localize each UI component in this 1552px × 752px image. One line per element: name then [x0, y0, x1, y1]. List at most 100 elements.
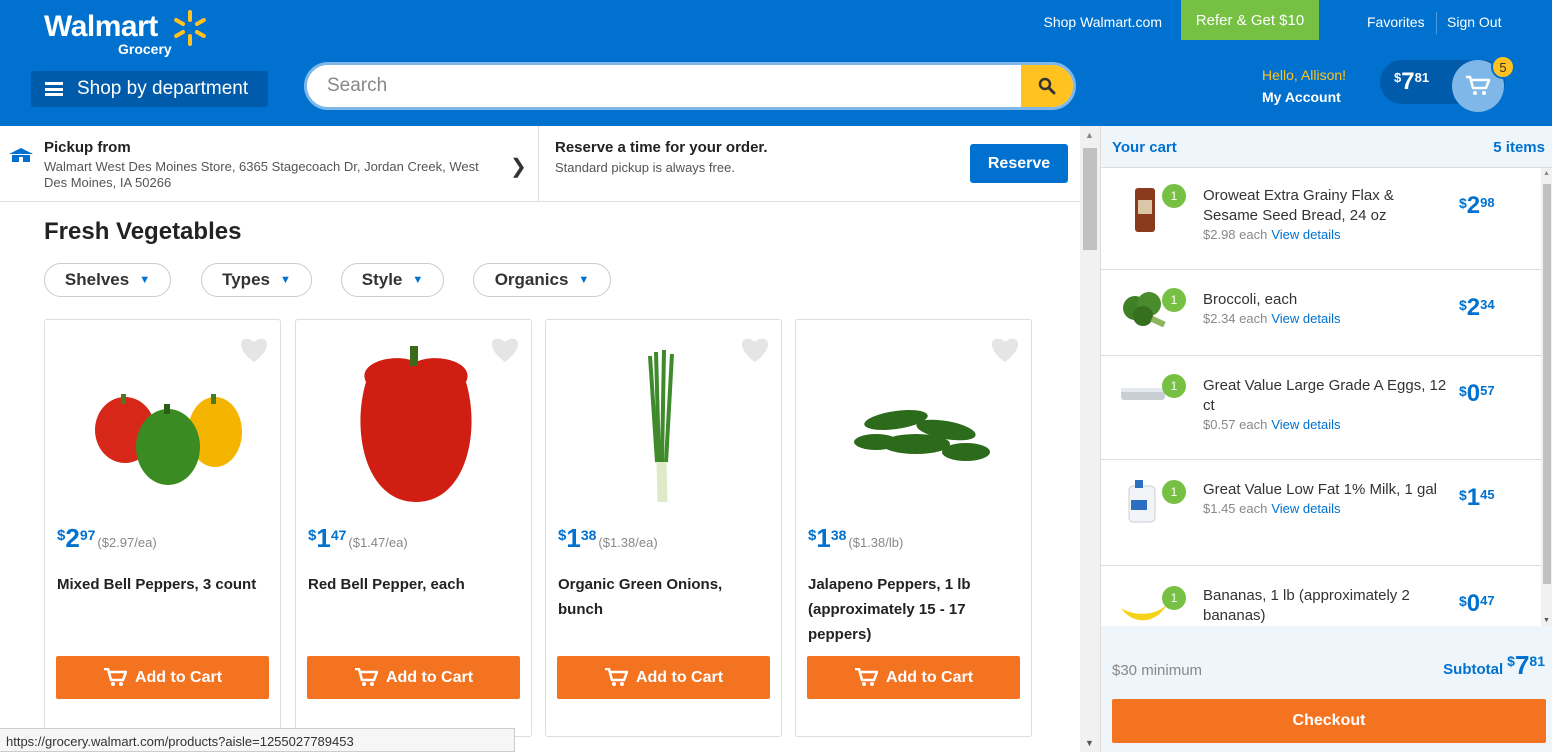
product-price: $297 ($2.97/ea): [57, 523, 157, 553]
add-to-cart-button[interactable]: Add to Cart: [56, 656, 269, 699]
search-input[interactable]: [307, 65, 1023, 107]
view-details-link[interactable]: View details: [1271, 417, 1340, 432]
cart-total-amount: $781: [1394, 68, 1430, 95]
product-card[interactable]: $147 ($1.47/ea) Red Bell Pepper, each Add…: [295, 319, 532, 737]
view-details-link[interactable]: View details: [1271, 501, 1340, 516]
cart-item-price: $298: [1459, 192, 1495, 219]
product-name[interactable]: Jalapeno Peppers, 1 lb (approximately 15…: [808, 572, 1018, 647]
pickup-title: Pickup from: [44, 139, 131, 156]
cart-icon: [354, 667, 378, 686]
scroll-up-icon[interactable]: ▲: [1085, 130, 1094, 140]
account-menu[interactable]: Hello, Allison! My Account: [1262, 67, 1346, 105]
store-icon: [9, 148, 33, 162]
page-scrollbar[interactable]: ▲ ▼: [1080, 126, 1100, 752]
red-bell-pepper-image: [360, 346, 472, 502]
cart-icon: [103, 667, 127, 686]
status-url: https://grocery.walmart.com/products?ais…: [0, 728, 515, 752]
search-button[interactable]: [1021, 65, 1073, 107]
product-name[interactable]: Mixed Bell Peppers, 3 count: [57, 572, 267, 597]
cart-footer: $30 minimum Subtotal $781 Checkout: [1101, 626, 1552, 752]
checkout-button[interactable]: Checkout: [1112, 699, 1546, 743]
cart-count-badge: 5: [1491, 55, 1515, 79]
page-title: Fresh Vegetables: [44, 218, 242, 245]
cart-item-name: Great Value Large Grade A Eggs, 12 ct: [1203, 377, 1447, 414]
favorites-link[interactable]: Favorites: [1367, 14, 1425, 30]
cart-item-each: $2.34 each: [1203, 311, 1268, 326]
add-to-cart-button[interactable]: Add to Cart: [557, 656, 770, 699]
view-details-link[interactable]: View details: [1271, 311, 1340, 326]
view-details-link[interactable]: View details: [1271, 227, 1340, 242]
product-card[interactable]: $138 ($1.38/lb) Jalapeno Peppers, 1 lb (a…: [795, 319, 1032, 737]
my-account-link: My Account: [1262, 89, 1341, 105]
cart-item-list: 1 Oroweat Extra Grainy Flax & Sesame See…: [1101, 168, 1541, 626]
chevron-right-icon: ❯: [510, 156, 527, 178]
scrollbar-thumb[interactable]: [1543, 184, 1551, 584]
product-name[interactable]: Red Bell Pepper, each: [308, 572, 518, 597]
cart-item[interactable]: 1 Broccoli, each $2.34 each View details $…: [1101, 270, 1541, 356]
bananas-image: [1121, 604, 1167, 621]
cart-scrollbar[interactable]: ▲ ▼: [1541, 168, 1552, 626]
refer-button[interactable]: Refer & Get $10: [1181, 0, 1319, 40]
product-name[interactable]: Organic Green Onions, bunch: [558, 572, 768, 622]
logo-text: Walmart: [44, 10, 158, 43]
caret-down-icon: ▼: [139, 274, 151, 286]
search-bar: [304, 62, 1076, 110]
sign-out-link[interactable]: Sign Out: [1447, 14, 1501, 30]
reserve-button[interactable]: Reserve: [970, 144, 1068, 183]
cart-title: Your cart: [1112, 139, 1177, 156]
subtotal: Subtotal $781: [1443, 650, 1545, 680]
pickup-bar: Pickup from Walmart West Des Moines Stor…: [0, 126, 1080, 202]
add-to-cart-button[interactable]: Add to Cart: [307, 656, 520, 699]
cart-item-price: $234: [1459, 294, 1495, 321]
cart-item[interactable]: 1 Oroweat Extra Grainy Flax & Sesame See…: [1101, 168, 1541, 270]
pickup-address: Walmart West Des Moines Store, 6365 Stag…: [44, 159, 479, 190]
cart-panel: Your cart 5 items 1 Oroweat Extra Grainy…: [1100, 126, 1552, 752]
product-price: $147 ($1.47/ea): [308, 523, 408, 553]
quantity-badge: 1: [1162, 374, 1186, 398]
add-to-cart-button[interactable]: Add to Cart: [807, 656, 1020, 699]
product-card[interactable]: $138 ($1.38/ea) Organic Green Onions, bun…: [545, 319, 782, 737]
cart-item-price: $145: [1459, 484, 1495, 511]
cart-item-name: Great Value Low Fat 1% Milk, 1 gal: [1203, 481, 1437, 498]
caret-down-icon: ▼: [412, 274, 424, 286]
scrollbar-thumb[interactable]: [1083, 148, 1097, 250]
greeting-text: Hello, Allison!: [1262, 67, 1347, 83]
scroll-up-icon[interactable]: ▲: [1543, 170, 1550, 177]
shop-by-department-button[interactable]: Shop by department: [31, 71, 268, 107]
scroll-down-icon[interactable]: ▼: [1085, 738, 1094, 748]
product-price: $138 ($1.38/lb): [808, 523, 904, 553]
menu-icon: [45, 82, 63, 96]
mixed-bell-peppers-image: [95, 394, 242, 485]
cart-item-each: $0.57 each: [1203, 417, 1268, 432]
minimum-order-text: $30 minimum: [1112, 662, 1203, 679]
filter-types[interactable]: Types ▼: [201, 263, 312, 297]
cart-item[interactable]: 1 Bananas, 1 lb (approximately 2 bananas…: [1101, 566, 1541, 626]
department-label: Shop by department: [77, 78, 249, 99]
search-icon: [1038, 77, 1056, 95]
reserve-title: Reserve a time for your order.: [555, 139, 768, 156]
cart-item-count: 5 items: [1493, 139, 1545, 156]
reserve-subtitle: Standard pickup is always free.: [555, 160, 735, 175]
cart-item-name: Oroweat Extra Grainy Flax & Sesame Seed …: [1203, 187, 1394, 224]
filter-organics[interactable]: Organics ▼: [473, 263, 611, 297]
shop-walmart-link[interactable]: Shop Walmart.com: [1043, 14, 1162, 30]
scroll-down-icon[interactable]: ▼: [1543, 617, 1550, 624]
product-price: $138 ($1.38/ea): [558, 523, 658, 553]
caret-down-icon: ▼: [279, 274, 291, 286]
walmart-grocery-logo[interactable]: Walmart Grocery: [44, 10, 172, 57]
quantity-badge: 1: [1162, 184, 1186, 208]
jalapeno-peppers-image: [854, 410, 990, 461]
cart-header: Your cart 5 items: [1101, 126, 1552, 168]
cart-icon: [604, 667, 628, 686]
quantity-badge: 1: [1162, 586, 1186, 610]
product-card[interactable]: $297 ($2.97/ea) Mixed Bell Peppers, 3 cou…: [44, 319, 281, 737]
cart-item[interactable]: 1 Great Value Low Fat 1% Milk, 1 gal $1.4…: [1101, 460, 1541, 566]
cart-item-name: Bananas, 1 lb (approximately 2 bananas): [1203, 587, 1410, 624]
cart-item-price: $057: [1459, 380, 1495, 407]
filter-style[interactable]: Style ▼: [341, 263, 444, 297]
cart-item[interactable]: 1 Great Value Large Grade A Eggs, 12 ct $…: [1101, 356, 1541, 460]
caret-down-icon: ▼: [578, 274, 590, 286]
spark-icon: [174, 10, 206, 46]
cart-item-each: $1.45 each: [1203, 501, 1268, 516]
filter-shelves[interactable]: Shelves ▼: [44, 263, 171, 297]
